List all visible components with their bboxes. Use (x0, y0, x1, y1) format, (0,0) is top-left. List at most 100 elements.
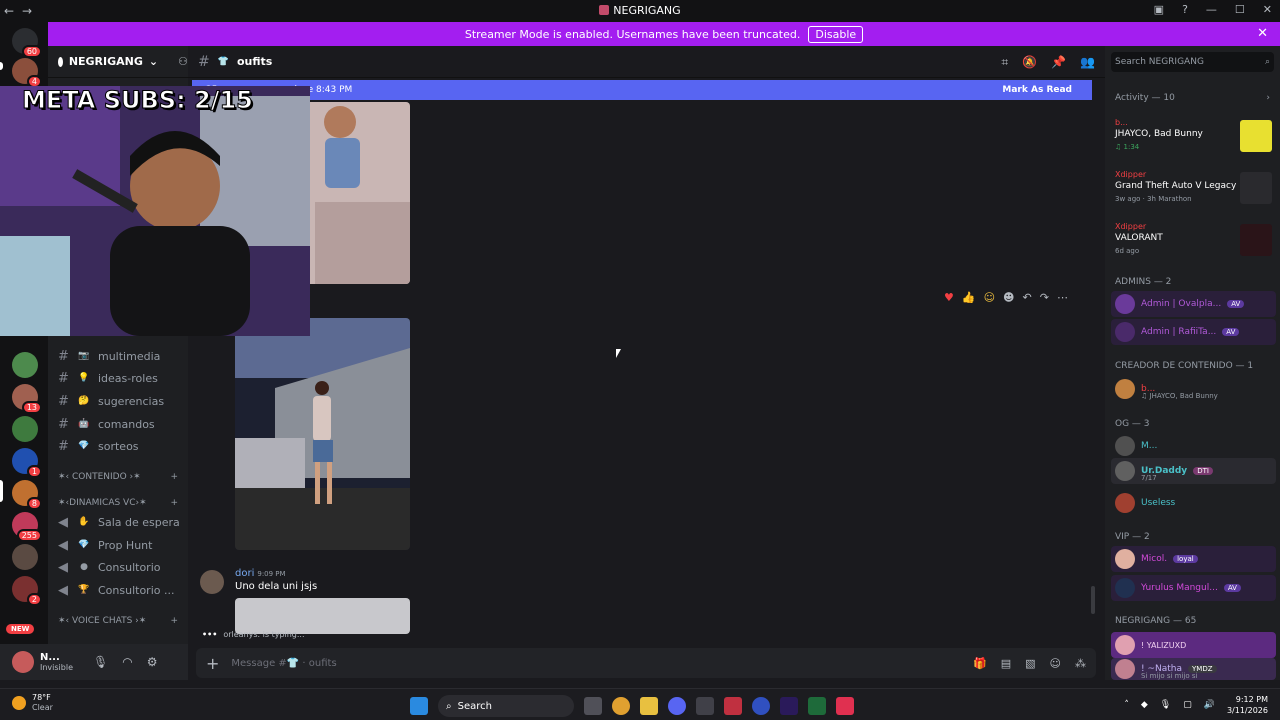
member-row[interactable]: Yurulus Mangul... AV (1111, 575, 1276, 601)
guild-icon[interactable]: 1 (12, 448, 42, 478)
message-composer[interactable]: + Message #👕 · oufits 🎁 ▤ ▧ ☺ ⁂ (196, 648, 1096, 678)
apps-icon[interactable]: ⁂ (1075, 657, 1086, 670)
pin-icon[interactable]: 📌 (1051, 55, 1066, 70)
taskbar-search[interactable]: ⌕ Search (438, 695, 574, 717)
add-channel-icon[interactable]: + (170, 616, 178, 626)
add-channel-icon[interactable]: + (170, 498, 178, 508)
bell-icon[interactable]: 🔕 (1022, 55, 1037, 70)
excel-icon[interactable] (808, 697, 826, 715)
new-badge: NEW (6, 624, 35, 634)
category-contenido[interactable]: ✶‹ CONTENIDO ›✶ + (58, 472, 178, 482)
app-v-icon[interactable] (752, 697, 770, 715)
member-row[interactable]: b... ♫ JHAYCO, Bad Bunny (1111, 376, 1276, 402)
image-attachment[interactable] (235, 318, 410, 550)
sticker-icon[interactable]: ▧ (1025, 657, 1035, 670)
image-attachment[interactable] (235, 598, 410, 634)
gift-icon[interactable]: 🎁 (973, 657, 987, 670)
chevron-up-icon[interactable]: ˄ (1124, 700, 1129, 710)
voice-channel-consultorio-2[interactable]: ◀ 🏆 Consultorio ... (58, 580, 186, 600)
channel-multimedia[interactable]: # 📷 multimedia (58, 346, 186, 366)
invite-icon[interactable]: ⚇ (178, 55, 188, 68)
channel-comandos[interactable]: # 🤖 comandos (58, 414, 186, 434)
guild-icon[interactable]: 13 (12, 384, 42, 414)
file-explorer-icon[interactable] (640, 697, 658, 715)
help-icon[interactable]: ? (1182, 3, 1188, 16)
maximize-button[interactable]: ☐ (1235, 3, 1245, 16)
activity-card[interactable]: Xdipper VALORANT 6d ago (1111, 220, 1276, 268)
mark-as-read-button[interactable]: Mark As Read (1002, 85, 1072, 95)
guild-icon[interactable]: 4 (12, 58, 42, 88)
weather-widget[interactable]: 78°F Clear (12, 693, 53, 713)
premiere-icon[interactable] (780, 697, 798, 715)
members-icon[interactable]: 👥 (1080, 55, 1095, 70)
heart-reaction-icon[interactable]: ♥ (944, 291, 954, 304)
channel-ideas-roles[interactable]: # 💡 ideas-roles (58, 368, 186, 388)
inbox-icon[interactable]: ▣ (1154, 3, 1164, 16)
category-voice-chats[interactable]: ✶‹ VOICE CHATS ›✶ + (58, 616, 178, 626)
member-row[interactable]: Admin | Ovalpla... AV (1111, 291, 1276, 317)
gear-icon[interactable]: ⚙ (147, 655, 158, 669)
voice-channel-consultorio[interactable]: ◀ ● Consultorio (58, 557, 186, 577)
search-input[interactable]: Search NEGRIGANG ⌕ (1111, 52, 1274, 72)
member-row[interactable]: Useless (1111, 490, 1276, 516)
member-row[interactable]: Ur.Daddy DTI 7/17 (1111, 458, 1276, 484)
more-icon[interactable]: ⋯ (1057, 291, 1068, 304)
thumbs-up-reaction-icon[interactable]: 👍 (962, 291, 976, 304)
network-icon[interactable]: ▢ (1183, 700, 1192, 710)
scrollbar[interactable] (1091, 586, 1095, 614)
microphone-icon[interactable]: 🎙 (93, 655, 108, 669)
member-row[interactable]: M... (1111, 433, 1276, 459)
member-row[interactable]: Micol. loyal (1111, 546, 1276, 572)
add-reaction-icon[interactable]: ☻ (1003, 291, 1014, 304)
headphones-icon[interactable]: ◠ (122, 655, 132, 669)
clock[interactable]: 9:12 PM 3/11/2026 (1227, 694, 1268, 716)
voice-channel-prop-hunt[interactable]: ◀ 💎 Prop Hunt (58, 535, 186, 555)
member-row[interactable]: ! ~Natha YMDZ Si mijo si mijo si (1111, 658, 1276, 680)
forward-icon[interactable]: ↷ (1040, 291, 1049, 304)
guild-icon[interactable]: 255 (12, 512, 42, 542)
guild-icon[interactable] (12, 352, 38, 378)
server-icon (599, 5, 610, 15)
category-dinamicas[interactable]: ✶‹DINAMICAS VC›✶ + (58, 498, 178, 508)
server-header[interactable]: NEGRIGANG ⌄ ⚇ (48, 46, 188, 78)
voice-channel-sala[interactable]: ◀ ✋ Sala de espera (58, 512, 186, 532)
guild-icon[interactable]: 2 (12, 576, 42, 606)
valorant-icon[interactable] (724, 697, 742, 715)
close-window-button[interactable]: ✕ (1263, 3, 1272, 16)
guild-icon[interactable] (12, 544, 38, 570)
channel-sugerencias[interactable]: # 🤔 sugerencias (58, 391, 186, 411)
direct-messages-icon[interactable]: 60 (12, 28, 42, 58)
guild-icon-negrigang[interactable]: 8 (12, 480, 42, 510)
activity-card[interactable]: Xdipper Grand Theft Auto V Legacy 3w ago… (1111, 168, 1276, 216)
attach-plus-icon[interactable]: + (206, 654, 219, 673)
channel-sorteos[interactable]: # 💎 sorteos (58, 436, 186, 456)
avatar[interactable] (12, 651, 34, 673)
app-icon[interactable] (696, 697, 714, 715)
minimize-button[interactable]: — (1206, 3, 1217, 16)
message-author[interactable]: dori (235, 568, 254, 579)
add-channel-icon[interactable]: + (170, 472, 178, 482)
close-icon[interactable]: ✕ (1257, 26, 1268, 41)
chrome-icon[interactable] (612, 697, 630, 715)
avatar[interactable] (200, 570, 224, 594)
volume-icon[interactable]: 🔊 (1204, 700, 1215, 710)
tiktok-icon[interactable] (836, 697, 854, 715)
laugh-reaction-icon[interactable]: ☺ (984, 291, 995, 304)
windows-start-icon[interactable] (410, 697, 428, 715)
discord-icon[interactable] (668, 697, 686, 715)
new-messages-bar[interactable]: 25 new messages since 8:43 PM Mark As Re… (192, 80, 1092, 100)
microphone-icon[interactable]: 🎙 (1160, 700, 1171, 710)
member-row[interactable]: Admin | RafiiTa... AV (1111, 319, 1276, 345)
activity-card[interactable]: b... JHAYCO, Bad Bunny ♫ 1:34 (1111, 116, 1276, 164)
disable-button[interactable]: Disable (808, 25, 864, 43)
emoji-icon[interactable]: ☺ (1050, 657, 1061, 670)
task-view-icon[interactable] (584, 697, 602, 715)
gif-icon[interactable]: ▤ (1001, 657, 1011, 670)
message-input[interactable]: Message #👕 · oufits (231, 658, 336, 669)
tray-app-icon[interactable]: ◆ (1141, 700, 1148, 710)
guild-icon[interactable] (12, 416, 38, 442)
threads-icon[interactable]: ⌗ (1001, 55, 1008, 70)
reply-icon[interactable]: ↶ (1023, 291, 1032, 304)
activity-header[interactable]: Activity — 10 › (1115, 93, 1270, 103)
member-row[interactable]: ! YALIZUXD (1111, 632, 1276, 658)
